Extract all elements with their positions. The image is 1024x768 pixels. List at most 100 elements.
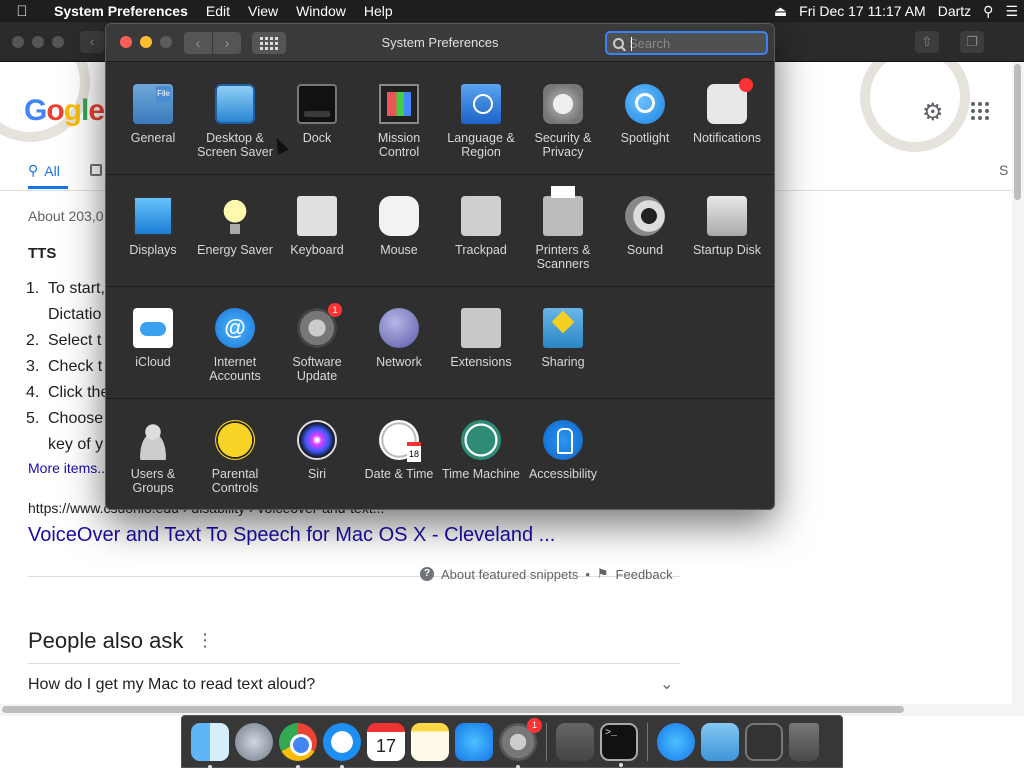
pref-spotlight[interactable]: Spotlight bbox=[604, 84, 686, 145]
dock-recent-item-icon[interactable] bbox=[745, 722, 783, 761]
pref-dock[interactable]: Dock bbox=[276, 84, 358, 145]
pref-sound[interactable]: Sound bbox=[604, 196, 686, 257]
language-region-icon bbox=[461, 84, 501, 124]
menu-edit[interactable]: Edit bbox=[197, 3, 239, 19]
about-featured-snippets-link[interactable]: About featured snippets bbox=[441, 567, 578, 582]
chevron-down-icon[interactable]: ⌄ bbox=[660, 674, 673, 694]
pref-startup-disk[interactable]: Startup Disk bbox=[686, 196, 768, 257]
paa-divider bbox=[28, 663, 680, 664]
dock-calendar-icon[interactable]: 17 bbox=[367, 722, 405, 761]
user-menu[interactable]: Dartz bbox=[932, 3, 977, 19]
menu-app-name[interactable]: System Preferences bbox=[44, 3, 197, 19]
pref-displays[interactable]: Displays bbox=[112, 196, 194, 257]
window-titlebar: ‹ › System Preferences bbox=[106, 24, 774, 62]
pref-sharing[interactable]: Sharing bbox=[522, 308, 604, 369]
browser-back-button[interactable]: ‹ bbox=[80, 31, 104, 53]
menu-window[interactable]: Window bbox=[287, 3, 355, 19]
help-icon: ? bbox=[420, 567, 434, 581]
spotlight-icon bbox=[625, 84, 665, 124]
pref-date-time[interactable]: Date & Time bbox=[358, 420, 440, 481]
browser-close-button[interactable] bbox=[12, 36, 24, 48]
update-badge: 1 bbox=[527, 717, 542, 733]
settings-gear-icon[interactable]: ⚙ bbox=[922, 98, 944, 127]
pref-energy-saver[interactable]: Energy Saver bbox=[194, 196, 276, 257]
more-items-link[interactable]: More items... bbox=[28, 460, 109, 476]
pref-general[interactable]: General bbox=[112, 84, 194, 145]
preferences-search-input[interactable] bbox=[629, 35, 759, 51]
share-icon[interactable]: ⇧ bbox=[915, 31, 939, 53]
pref-desktop-screen-saver[interactable]: Desktop & Screen Saver bbox=[194, 84, 276, 159]
pref-network[interactable]: Network bbox=[358, 308, 440, 369]
printers-scanners-icon bbox=[543, 186, 583, 236]
vertical-scroll-thumb[interactable] bbox=[1014, 64, 1021, 200]
dock-separator bbox=[546, 722, 547, 761]
pref-security-privacy[interactable]: Security & Privacy bbox=[522, 84, 604, 159]
pref-notifications[interactable]: Notifications bbox=[686, 78, 768, 145]
apple-menu-icon[interactable]:  bbox=[0, 3, 44, 20]
dock-finder-icon[interactable] bbox=[191, 722, 229, 768]
pref-time-machine[interactable]: Time Machine bbox=[440, 420, 522, 481]
dock-trash-icon[interactable] bbox=[789, 722, 819, 761]
menu-view[interactable]: View bbox=[239, 3, 287, 19]
dock-chrome-icon[interactable] bbox=[279, 722, 317, 768]
clock[interactable]: Fri Dec 17 11:17 AM bbox=[793, 3, 932, 19]
list-item: 5. Choose bbox=[26, 410, 104, 427]
dock-launchpad-icon[interactable] bbox=[235, 722, 273, 761]
control-center-icon[interactable]: ☰ bbox=[999, 3, 1024, 20]
google-apps-icon[interactable] bbox=[971, 102, 989, 120]
sharing-icon bbox=[543, 308, 583, 348]
spotlight-search-icon[interactable]: ⚲ bbox=[977, 3, 999, 20]
pref-parental-controls[interactable]: Parental Controls bbox=[194, 420, 276, 495]
mouse-icon bbox=[379, 196, 419, 236]
notifications-icon bbox=[707, 78, 753, 124]
pref-accessibility[interactable]: Accessibility bbox=[522, 420, 604, 481]
pref-software-update[interactable]: Software Update bbox=[276, 303, 358, 383]
pref-trackpad[interactable]: Trackpad bbox=[440, 196, 522, 257]
security-privacy-icon bbox=[543, 84, 583, 124]
snippet-heading: TTS bbox=[28, 245, 57, 262]
result-title-link[interactable]: VoiceOver and Text To Speech for Mac OS … bbox=[28, 524, 555, 547]
browser-minimize-button[interactable] bbox=[32, 36, 44, 48]
dock-safari-icon[interactable] bbox=[323, 722, 361, 768]
tab-all[interactable]: ⚲ All bbox=[28, 162, 60, 179]
horizontal-scroll-thumb[interactable] bbox=[2, 706, 904, 713]
menu-bar:  System Preferences Edit View Window He… bbox=[0, 0, 1024, 22]
siri-icon bbox=[297, 420, 337, 460]
dock-applications-folder-icon[interactable] bbox=[657, 722, 695, 761]
tabs-overview-icon[interactable]: ❐ bbox=[960, 31, 984, 53]
eject-icon[interactable]: ⏏ bbox=[768, 3, 793, 20]
dock-downloads-folder-icon[interactable] bbox=[701, 722, 739, 761]
video-tab-icon[interactable] bbox=[90, 164, 102, 176]
pref-printers-scanners[interactable]: Printers & Scanners bbox=[522, 186, 604, 271]
search-icon: ⚲ bbox=[28, 162, 39, 178]
feedback-link[interactable]: Feedback bbox=[616, 567, 673, 582]
dock-app-store-icon[interactable] bbox=[455, 722, 493, 761]
menu-help[interactable]: Help bbox=[355, 3, 402, 19]
prefs-row-hardware: Displays Energy Saver Keyboard Mouse Tra… bbox=[106, 174, 774, 286]
startup-disk-icon bbox=[707, 196, 747, 236]
internet-accounts-icon: @ bbox=[215, 308, 255, 348]
pref-mission-control[interactable]: Mission Control bbox=[358, 84, 440, 159]
paa-question[interactable]: How do I get my Mac to read text aloud? bbox=[28, 676, 315, 694]
dock-icon bbox=[297, 84, 337, 124]
pref-users-groups[interactable]: Users & Groups bbox=[112, 420, 194, 495]
vertical-scrollbar[interactable] bbox=[1012, 62, 1024, 704]
pref-keyboard[interactable]: Keyboard bbox=[276, 196, 358, 257]
pref-internet-accounts[interactable]: @ Internet Accounts bbox=[194, 308, 276, 383]
dock-notes-icon[interactable] bbox=[411, 722, 449, 761]
time-machine-icon bbox=[461, 420, 501, 460]
pref-extensions[interactable]: Extensions bbox=[440, 308, 522, 369]
browser-zoom-button[interactable] bbox=[52, 36, 64, 48]
pref-mouse[interactable]: Mouse bbox=[358, 196, 440, 257]
preferences-search-field[interactable] bbox=[605, 31, 768, 55]
more-options-icon[interactable]: ⋮ bbox=[196, 630, 214, 651]
tools-tab-partial[interactable]: S bbox=[999, 162, 1008, 178]
dock-terminal-icon[interactable]: >_ bbox=[600, 722, 638, 767]
dock-system-preferences-icon[interactable]: 1 bbox=[499, 717, 542, 768]
pref-language-region[interactable]: Language & Region bbox=[440, 84, 522, 159]
dock-calculator-icon[interactable] bbox=[556, 722, 594, 761]
pref-icloud[interactable]: iCloud bbox=[112, 308, 194, 369]
general-icon bbox=[133, 84, 173, 124]
google-logo[interactable]: Gogle bbox=[24, 94, 105, 128]
pref-siri[interactable]: Siri bbox=[276, 420, 358, 481]
